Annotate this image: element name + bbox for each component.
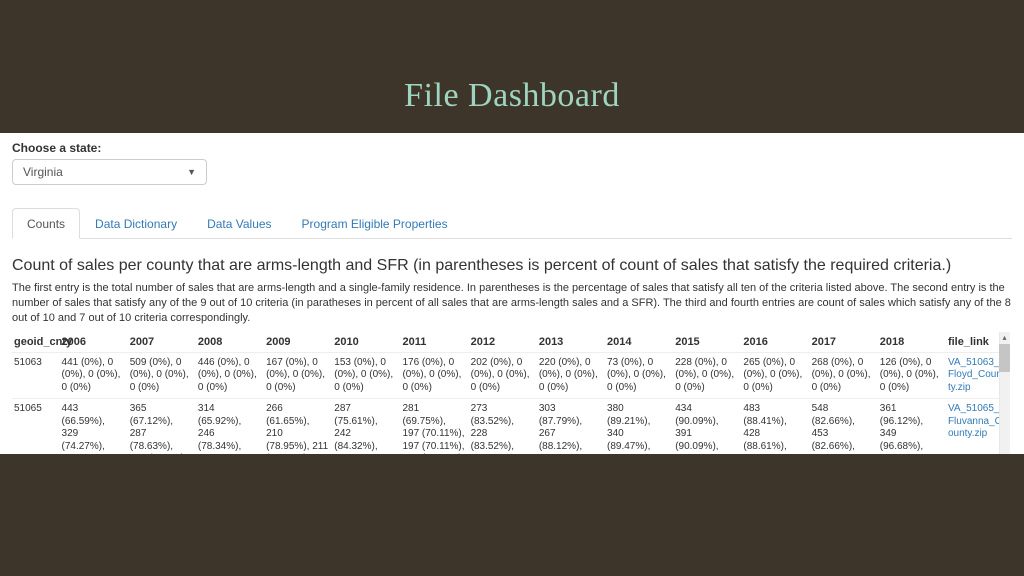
panel-title: Count of sales per county that are arms-… — [12, 257, 1012, 275]
cell-year: 548 (82.66%), 453 (82.66%), 453 (82.66%)… — [810, 399, 878, 454]
state-selector-row: Choose a state: Virginia ▼ — [0, 133, 1024, 189]
cell-year: 228 (0%), 0 (0%), 0 (0%), 0 (0%) — [673, 352, 741, 399]
cell-year: 314 (65.92%), 246 (78.34%), 247 (78.66%)… — [196, 399, 264, 454]
col-2018[interactable]: 2018 — [878, 332, 946, 353]
tab-values[interactable]: Data Values — [192, 208, 286, 239]
table-header-row: geoid_cnty 2006 2007 2008 2009 2010 2011… — [12, 332, 1008, 353]
table-row: 51063441 (0%), 0 (0%), 0 (0%), 0 (0%)509… — [12, 352, 1008, 399]
cell-year: 446 (0%), 0 (0%), 0 (0%), 0 (0%) — [196, 352, 264, 399]
cell-year: 441 (0%), 0 (0%), 0 (0%), 0 (0%) — [60, 352, 128, 399]
cell-year: 268 (0%), 0 (0%), 0 (0%), 0 (0%) — [810, 352, 878, 399]
counts-table: geoid_cnty 2006 2007 2008 2009 2010 2011… — [12, 332, 1008, 454]
cell-year: 380 (89.21%), 340 (89.47%), 341 (89.74%)… — [605, 399, 673, 454]
cell-year: 509 (0%), 0 (0%), 0 (0%), 0 (0%) — [128, 352, 196, 399]
col-2006[interactable]: 2006 — [60, 332, 128, 353]
col-geoid[interactable]: geoid_cnty — [12, 332, 60, 353]
col-2015[interactable]: 2015 — [673, 332, 741, 353]
table-row: 51065443 (66.59%), 329 (74.27%), 329 (74… — [12, 399, 1008, 454]
cell-geoid: 51063 — [12, 352, 60, 399]
state-select[interactable]: Virginia ▼ — [12, 159, 207, 185]
scrollbar-thumb[interactable] — [999, 344, 1010, 372]
cell-year: 153 (0%), 0 (0%), 0 (0%), 0 (0%) — [332, 352, 400, 399]
cell-year: 281 (69.75%), 197 (70.11%), 197 (70.11%)… — [400, 399, 468, 454]
file-link[interactable]: VA_51065_Fluvanna_County.zip — [948, 403, 1002, 439]
cell-year: 287 (75.61%), 242 (84.32%), 243 (84.67%)… — [332, 399, 400, 454]
tab-counts[interactable]: Counts — [12, 208, 80, 239]
dashboard-panel: Choose a state: Virginia ▼ Counts Data D… — [0, 133, 1024, 454]
col-2008[interactable]: 2008 — [196, 332, 264, 353]
file-link[interactable]: VA_51063_Floyd_County.zip — [948, 357, 1002, 393]
page-title: File Dashboard — [404, 77, 620, 115]
cell-year: 265 (0%), 0 (0%), 0 (0%), 0 (0%) — [741, 352, 809, 399]
cell-year: 365 (67.12%), 287 (78.63%), 268 (78.9%),… — [128, 399, 196, 454]
cell-year: 167 (0%), 0 (0%), 0 (0%), 0 (0%) — [264, 352, 332, 399]
scroll-up-icon[interactable]: ▴ — [999, 332, 1010, 343]
state-label: Choose a state: — [12, 141, 1012, 155]
col-2014[interactable]: 2014 — [605, 332, 673, 353]
chevron-down-icon: ▼ — [187, 167, 196, 177]
cell-year: 176 (0%), 0 (0%), 0 (0%), 0 (0%) — [400, 352, 468, 399]
cell-year: 73 (0%), 0 (0%), 0 (0%), 0 (0%) — [605, 352, 673, 399]
cell-year: 202 (0%), 0 (0%), 0 (0%), 0 (0%) — [469, 352, 537, 399]
col-2011[interactable]: 2011 — [400, 332, 468, 353]
tab-program[interactable]: Program Eligible Properties — [287, 208, 463, 239]
cell-year: 361 (96.12%), 349 (96.68%), 349 (96.68%)… — [878, 399, 946, 454]
col-2012[interactable]: 2012 — [469, 332, 537, 353]
state-select-value: Virginia — [23, 165, 63, 179]
col-2013[interactable]: 2013 — [537, 332, 605, 353]
col-2010[interactable]: 2010 — [332, 332, 400, 353]
cell-year: 434 (90.09%), 391 (90.09%), 391 (90.09%)… — [673, 399, 741, 454]
tab-dict[interactable]: Data Dictionary — [80, 208, 192, 239]
col-2007[interactable]: 2007 — [128, 332, 196, 353]
cell-year: 443 (66.59%), 329 (74.27%), 329 (74.27%)… — [60, 399, 128, 454]
cell-geoid: 51065 — [12, 399, 60, 454]
panel-desc: The first entry is the total number of s… — [12, 281, 1012, 326]
col-2016[interactable]: 2016 — [741, 332, 809, 353]
footer-band — [0, 454, 1024, 576]
cell-year: 126 (0%), 0 (0%), 0 (0%), 0 (0%) — [878, 352, 946, 399]
header-band: File Dashboard — [0, 0, 1024, 133]
cell-year: 483 (88.41%), 428 (88.61%), 428 (88.61%)… — [741, 399, 809, 454]
cell-year: 303 (87.79%), 267 (88.12%), 267 (88.12%)… — [537, 399, 605, 454]
table-scroll-area: geoid_cnty 2006 2007 2008 2009 2010 2011… — [12, 332, 1012, 454]
tab-panel-counts: Count of sales per county that are arms-… — [0, 239, 1024, 454]
col-2009[interactable]: 2009 — [264, 332, 332, 353]
cell-year: 220 (0%), 0 (0%), 0 (0%), 0 (0%) — [537, 352, 605, 399]
col-2017[interactable]: 2017 — [810, 332, 878, 353]
tabbar: Counts Data Dictionary Data Values Progr… — [12, 207, 1012, 239]
cell-year: 266 (61.65%), 210 (78.95%), 211 (79.32%)… — [264, 399, 332, 454]
cell-year: 273 (83.52%), 228 (83.52%), 228 (83.52%)… — [469, 399, 537, 454]
